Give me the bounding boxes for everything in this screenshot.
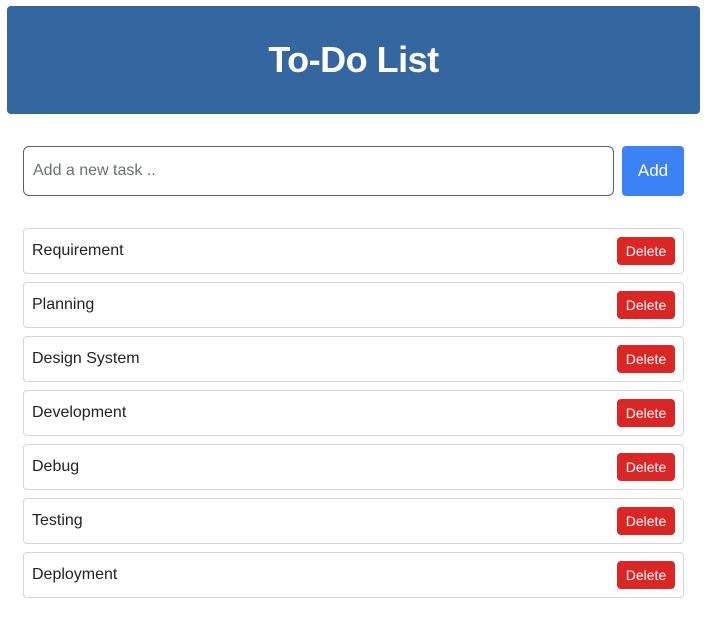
task-text: Development xyxy=(32,404,127,421)
task-text: Planning xyxy=(32,296,95,313)
new-task-form: Add xyxy=(23,146,684,196)
delete-task-button[interactable]: Delete xyxy=(617,345,675,373)
delete-task-button[interactable]: Delete xyxy=(617,237,675,265)
task-text: Design System xyxy=(32,350,140,367)
add-task-button[interactable]: Add xyxy=(622,146,684,196)
delete-task-button[interactable]: Delete xyxy=(617,561,675,589)
new-task-input[interactable] xyxy=(23,146,614,196)
delete-task-button[interactable]: Delete xyxy=(617,507,675,535)
task-item: Requirement Delete xyxy=(23,228,684,274)
task-text: Testing xyxy=(32,512,83,529)
page-title: To-Do List xyxy=(268,39,439,80)
task-list: Requirement Delete Planning Delete Desig… xyxy=(23,228,684,606)
task-text: Debug xyxy=(32,458,80,475)
task-item: Testing Delete xyxy=(23,498,684,544)
task-item: Debug Delete xyxy=(23,444,684,490)
task-text: Requirement xyxy=(32,242,124,259)
task-item: Planning Delete xyxy=(23,282,684,328)
task-item: Design System Delete xyxy=(23,336,684,382)
delete-task-button[interactable]: Delete xyxy=(617,399,675,427)
delete-task-button[interactable]: Delete xyxy=(617,291,675,319)
task-item: Development Delete xyxy=(23,390,684,436)
task-text: Deployment xyxy=(32,566,118,583)
delete-task-button[interactable]: Delete xyxy=(617,453,675,481)
app-header: To-Do List xyxy=(7,6,700,114)
task-item: Deployment Delete xyxy=(23,552,684,598)
